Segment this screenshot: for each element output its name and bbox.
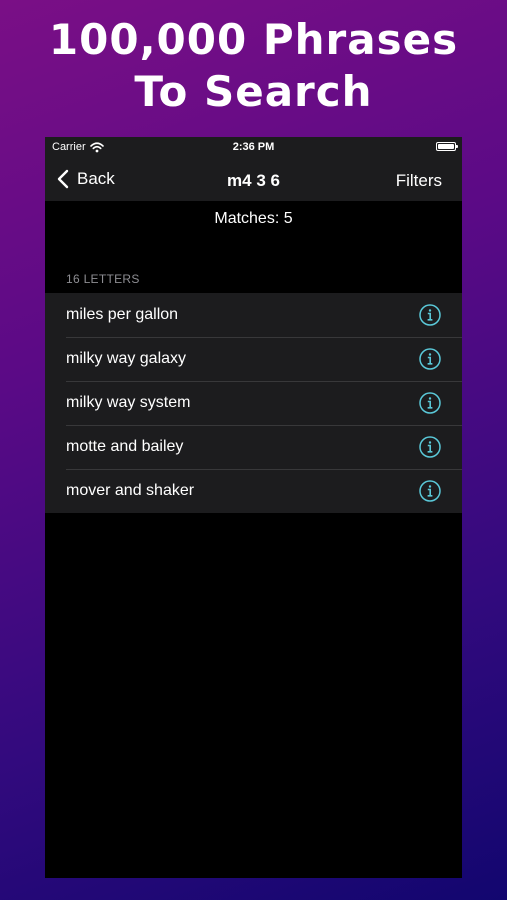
results-list: miles per gallon milky way galaxy milky … [45,293,462,513]
nav-row: Back m4 3 6 Filters [45,157,462,201]
info-icon[interactable] [419,348,441,370]
promo-headline-line2: To Search [134,67,373,116]
section-header: 16 LETTERS [66,272,140,286]
status-bar: Carrier 2:36 PM [45,137,462,157]
info-icon[interactable] [419,480,441,502]
list-item-label: miles per gallon [66,306,179,323]
list-item-label: mover and shaker [66,482,195,499]
list-item-label: milky way galaxy [66,350,187,367]
promo-headline: 100,000 Phrases To Search [0,14,507,118]
list-item[interactable]: miles per gallon [45,293,462,337]
matches-count: Matches: 5 [214,210,293,227]
list-item[interactable]: motte and bailey [45,425,462,469]
navigation-bar: Carrier 2:36 PM Back m4 3 6 Filters [45,137,462,201]
info-icon[interactable] [419,392,441,414]
list-item-label: motte and bailey [66,438,184,455]
status-time: 2:36 PM [232,141,275,153]
promo-headline-line1: 100,000 Phrases [48,15,459,64]
battery-icon [436,142,458,151]
info-icon[interactable] [419,436,441,458]
filters-button[interactable]: Filters [396,171,442,191]
list-item[interactable]: milky way system [45,381,462,425]
phone-screen: Carrier 2:36 PM Back m4 3 6 Filters Matc… [45,137,462,878]
info-icon[interactable] [419,304,441,326]
list-item[interactable]: mover and shaker [45,469,462,513]
list-item-label: milky way system [66,394,191,411]
list-item[interactable]: milky way galaxy [45,337,462,381]
